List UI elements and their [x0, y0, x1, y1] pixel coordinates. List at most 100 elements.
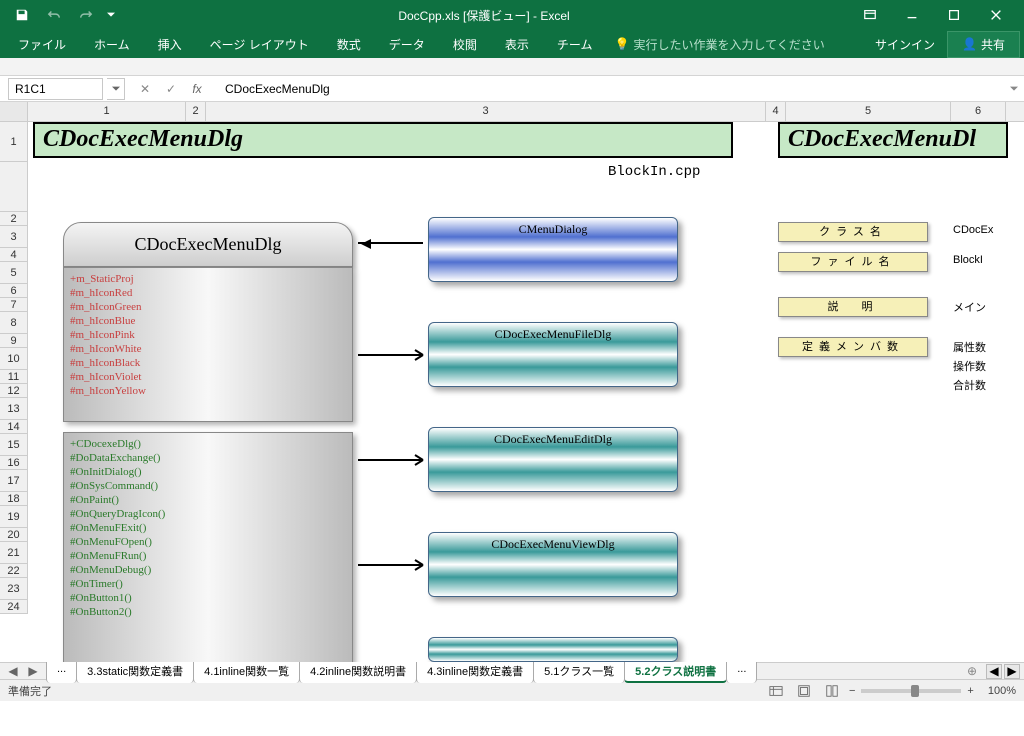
col-header[interactable]: 2 [186, 102, 206, 121]
row-header[interactable]: 24 [0, 600, 28, 614]
tab-scroll-prev-icon[interactable]: ◀ [4, 663, 22, 679]
row-header[interactable]: 4 [0, 248, 28, 262]
zoom-out-icon[interactable]: − [849, 685, 855, 697]
sheet-tab[interactable]: 4.3inline関数定義書 [416, 660, 534, 683]
col-header[interactable]: 6 [951, 102, 1006, 121]
sheet-tab[interactable]: ... [46, 660, 77, 683]
tab-scroll-next-icon[interactable]: ▶ [24, 663, 42, 679]
attr-item: +m_StaticProj [70, 272, 346, 286]
tell-me-search[interactable]: 💡実行したい作業を入力してください [606, 32, 832, 57]
share-button[interactable]: 👤共有 [947, 31, 1020, 58]
meth-item: #OnMenuDebug() [70, 563, 346, 577]
row-header[interactable]: 12 [0, 384, 28, 398]
row-header[interactable]: 15 [0, 434, 28, 456]
sheet-tab[interactable]: 4.2inline関数説明書 [299, 660, 417, 683]
row-header[interactable]: 6 [0, 284, 28, 298]
row-header[interactable]: 10 [0, 348, 28, 370]
close-icon[interactable] [976, 1, 1016, 29]
maximize-icon[interactable] [934, 1, 974, 29]
col-header[interactable]: 1 [28, 102, 186, 121]
row-header[interactable]: 13 [0, 398, 28, 420]
zoom-slider[interactable] [861, 689, 961, 693]
row-header[interactable] [0, 162, 28, 212]
related-class-box[interactable]: CDocExecMenuViewDlg [428, 532, 678, 597]
row-header[interactable]: 14 [0, 420, 28, 434]
tab-file[interactable]: ファイル [4, 32, 80, 57]
sheet-tab[interactable]: 4.1inline関数一覧 [193, 660, 300, 683]
undo-icon[interactable] [40, 3, 68, 27]
col-header[interactable]: 3 [206, 102, 766, 121]
file-name-cell: BlockIn.cpp [608, 164, 700, 180]
row-header[interactable]: 22 [0, 564, 28, 578]
qat-customize-icon[interactable] [104, 3, 118, 27]
add-sheet-icon[interactable]: ⊕ [962, 664, 982, 678]
row-header[interactable]: 7 [0, 298, 28, 312]
info-value: メイン [953, 299, 1013, 315]
row-header[interactable]: 1 [0, 122, 28, 162]
row-header[interactable]: 3 [0, 226, 28, 248]
sheet-tab-bar: ◀ ▶ ... 3.3static関数定義書 4.1inline関数一覧 4.2… [0, 662, 1024, 679]
pagebreak-view-icon[interactable] [821, 682, 843, 700]
page-layout-view-icon[interactable] [793, 682, 815, 700]
class-title-cell-right[interactable]: CDocExecMenuDl [778, 122, 1008, 158]
name-box-dropdown[interactable] [107, 78, 125, 100]
sheet-tab[interactable]: 5.1クラス一覧 [533, 660, 625, 683]
row-header[interactable]: 9 [0, 334, 28, 348]
info-value: CDocEx [953, 224, 1013, 236]
info-value: 合計数 [953, 377, 1013, 393]
minimize-icon[interactable] [892, 1, 932, 29]
tab-data[interactable]: データ [375, 32, 439, 57]
sign-in-button[interactable]: サインイン [863, 32, 947, 57]
row-header[interactable]: 5 [0, 262, 28, 284]
meth-item: +CDocexeDlg() [70, 437, 346, 451]
tab-home[interactable]: ホーム [80, 32, 144, 57]
tab-view[interactable]: 表示 [491, 32, 543, 57]
attr-item: #m_hIconPink [70, 328, 346, 342]
formula-input[interactable]: CDocExecMenuDlg [217, 78, 1004, 100]
fx-icon[interactable]: fx [185, 78, 209, 100]
row-header[interactable]: 17 [0, 470, 28, 492]
expand-formula-icon[interactable] [1004, 85, 1024, 93]
name-box[interactable]: R1C1 [8, 78, 103, 100]
uml-methods-box[interactable]: +CDocexeDlg() #DoDataExchange() #OnInitD… [63, 432, 353, 662]
uml-class-header[interactable]: CDocExecMenuDlg [63, 222, 353, 267]
uml-attributes-box[interactable]: +m_StaticProj #m_hIconRed #m_hIconGreen … [63, 267, 353, 422]
grid-canvas[interactable]: CDocExecMenuDlg CDocExecMenuDl BlockIn.c… [28, 122, 1024, 662]
meth-item: #OnSysCommand() [70, 479, 346, 493]
hscroll-right-icon[interactable]: ▶ [1004, 664, 1020, 679]
zoom-level[interactable]: 100% [988, 685, 1016, 697]
select-all-corner[interactable] [0, 102, 28, 121]
redo-icon[interactable] [72, 3, 100, 27]
cancel-icon[interactable]: ✕ [133, 78, 157, 100]
row-header[interactable]: 16 [0, 456, 28, 470]
row-header[interactable]: 2 [0, 212, 28, 226]
sheet-tab-active[interactable]: 5.2クラス説明書 [624, 660, 727, 683]
tab-pagelayout[interactable]: ページ レイアウト [196, 32, 323, 57]
ribbon-collapsed-bar [0, 58, 1024, 76]
row-header[interactable]: 21 [0, 542, 28, 564]
tab-team[interactable]: チーム [543, 32, 607, 57]
row-header[interactable]: 18 [0, 492, 28, 506]
tab-insert[interactable]: 挿入 [144, 32, 196, 57]
meth-item: #OnTimer() [70, 577, 346, 591]
zoom-in-icon[interactable]: + [967, 685, 973, 697]
row-header[interactable]: 11 [0, 370, 28, 384]
sheet-tab[interactable]: 3.3static関数定義書 [76, 660, 194, 683]
save-icon[interactable] [8, 3, 36, 27]
row-header[interactable]: 20 [0, 528, 28, 542]
related-class-box[interactable]: CDocExecMenuEditDlg [428, 427, 678, 492]
normal-view-icon[interactable] [765, 682, 787, 700]
row-header[interactable]: 19 [0, 506, 28, 528]
col-header[interactable]: 4 [766, 102, 786, 121]
related-class-box[interactable] [428, 637, 678, 662]
hscroll-left-icon[interactable]: ◀ [986, 664, 1002, 679]
ribbon-display-icon[interactable] [850, 1, 890, 29]
class-title-cell[interactable]: CDocExecMenuDlg [33, 122, 733, 158]
row-header[interactable]: 23 [0, 578, 28, 600]
row-header[interactable]: 8 [0, 312, 28, 334]
sheet-tab[interactable]: ... [726, 660, 757, 683]
enter-icon[interactable]: ✓ [159, 78, 183, 100]
col-header[interactable]: 5 [786, 102, 951, 121]
tab-formulas[interactable]: 数式 [323, 32, 375, 57]
tab-review[interactable]: 校閲 [439, 32, 491, 57]
